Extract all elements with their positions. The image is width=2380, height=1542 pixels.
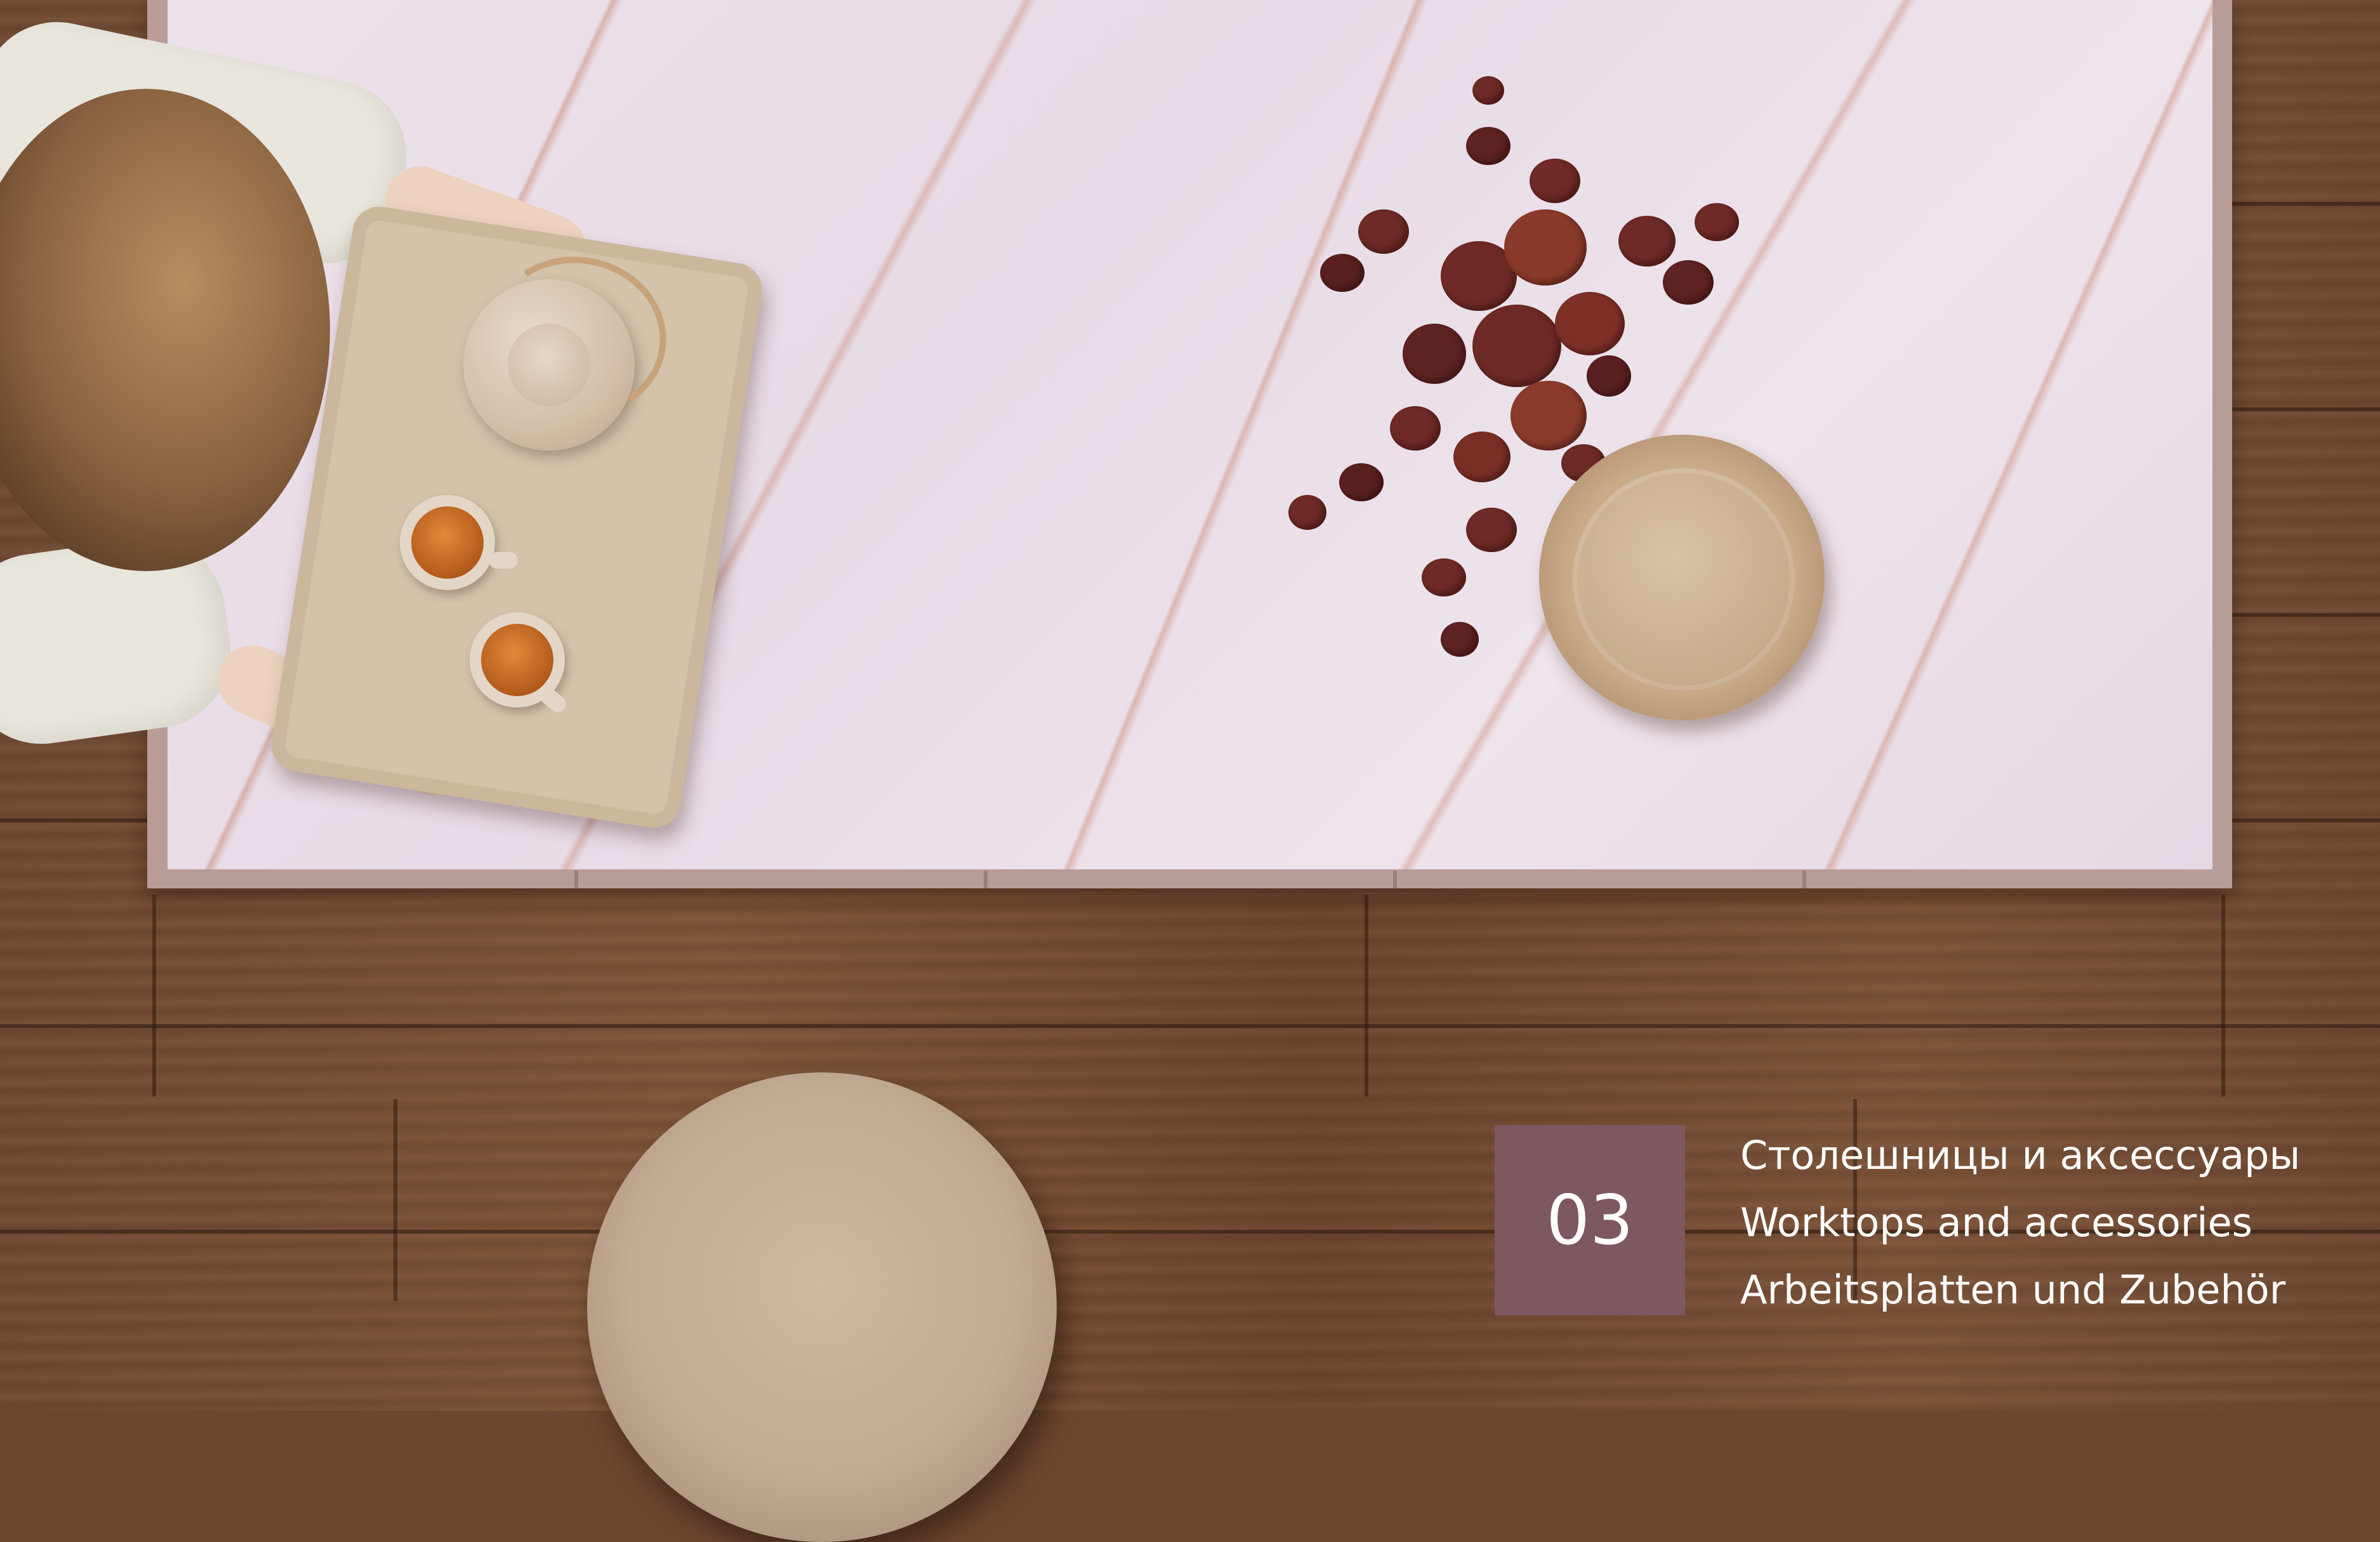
frame-seam xyxy=(1802,871,1806,888)
leaf xyxy=(1504,209,1587,286)
leaf xyxy=(1441,622,1479,657)
leaf xyxy=(1422,558,1466,596)
chapter-title-de: Arbeitsplatten und Zubehör xyxy=(1740,1267,2286,1313)
leaf xyxy=(1472,76,1504,105)
leaf xyxy=(1555,292,1625,355)
leaf xyxy=(1466,127,1511,165)
frame-seam xyxy=(1393,871,1397,888)
boucle-pouf xyxy=(587,1072,1057,1542)
floor-plank-joint xyxy=(1365,895,1368,1097)
leaf xyxy=(1403,324,1466,384)
leaf xyxy=(1663,260,1714,305)
chapter-title-block: Столешницы и аксессуары Worktops and acc… xyxy=(1740,1122,2350,1324)
frame-seam xyxy=(984,871,988,888)
leaf xyxy=(1358,209,1409,254)
chapter-number: 03 xyxy=(1546,1180,1634,1260)
leaf xyxy=(1695,203,1739,241)
leaf xyxy=(1339,463,1384,501)
floor-plank-joint xyxy=(2221,895,2225,1097)
teapot-lid xyxy=(508,324,590,406)
tea-cup xyxy=(400,495,495,590)
chapter-title-en: Worktops and accessories xyxy=(1740,1199,2252,1246)
floor-plank-joint xyxy=(152,895,156,1097)
leaf xyxy=(1587,355,1631,397)
leaf xyxy=(1618,216,1676,267)
chapter-number-box: 03 xyxy=(1495,1125,1685,1315)
plate-inner xyxy=(1573,468,1795,690)
leaf xyxy=(1288,495,1326,530)
floor-plank-joint xyxy=(393,1099,397,1301)
leaf xyxy=(1453,432,1511,482)
leaf xyxy=(1530,159,1580,203)
leaf xyxy=(1390,406,1441,451)
leaf xyxy=(1472,305,1561,387)
chapter-title-ru: Столешницы и аксессуары xyxy=(1740,1132,2301,1178)
leaf xyxy=(1511,381,1587,451)
leaf xyxy=(1320,254,1365,292)
frame-seam xyxy=(574,871,578,888)
leaf xyxy=(1466,508,1517,552)
tea-cup-handle xyxy=(489,552,518,569)
